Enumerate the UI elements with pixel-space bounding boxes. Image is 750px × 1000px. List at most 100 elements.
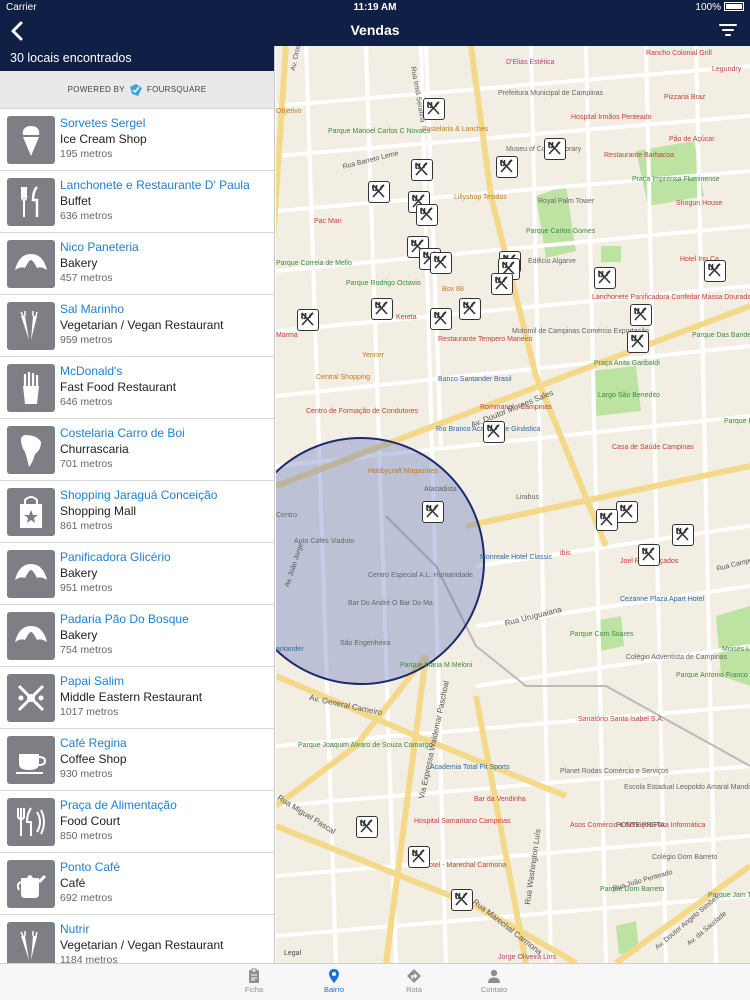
filter-icon[interactable]	[718, 22, 738, 38]
map-label: Hospital Samaritano Campinas	[414, 818, 511, 825]
back-chevron-icon[interactable]	[6, 18, 30, 44]
tab-bar: Ficha Bairro Rota Contato	[0, 963, 750, 1000]
venue-name[interactable]: Lanchonete e Restaurante D' Paula	[60, 178, 250, 192]
restaurant-pin-icon[interactable]	[408, 846, 430, 868]
map-label: Prefeitura Municipal de Campinas	[498, 90, 604, 97]
map-label: Central Shopping	[316, 374, 371, 381]
restaurant-pin-icon[interactable]	[544, 138, 566, 160]
map-label: Centro de Formação de Condutores	[306, 408, 419, 415]
restaurant-pin-icon[interactable]	[416, 204, 438, 226]
map-label: PONTE PRETA	[616, 822, 665, 829]
venue-list-item[interactable]: Costelaria Carro de Boi Churrascaria 701 m…	[0, 419, 274, 481]
restaurant-pin-icon[interactable]	[630, 304, 652, 326]
venue-list-item[interactable]: Sorvetes Sergel Ice Cream Shop 195 metros	[0, 109, 274, 171]
map-label: Rancho Colonial Grill	[646, 50, 712, 57]
venue-category: Vegetarian / Vegan Restaurant	[60, 938, 224, 952]
map-label: Banco Santander Brasil	[438, 376, 512, 383]
restaurant-pin-icon[interactable]	[297, 309, 319, 331]
venue-category-icon	[7, 426, 55, 474]
restaurant-pin-icon[interactable]	[451, 889, 473, 911]
venue-list-item[interactable]: Nico Paneteria Bakery 457 metros	[0, 233, 274, 295]
map-label: Kereta	[396, 314, 417, 321]
venue-name[interactable]: Ponto Café	[60, 860, 120, 874]
map-label: Lanchonete Panificadora Confeitar Massa …	[592, 294, 750, 301]
venue-list-item[interactable]: Praça de Alimentação Food Court 850 metros	[0, 791, 274, 853]
venue-distance: 930 metros	[60, 768, 113, 780]
restaurant-pin-icon[interactable]	[594, 267, 616, 289]
restaurant-pin-icon[interactable]	[483, 421, 505, 443]
map-legal-link[interactable]: Legal	[284, 950, 301, 957]
restaurant-pin-icon[interactable]	[616, 501, 638, 523]
map-label: Pastelaria & Lanches	[422, 126, 489, 133]
restaurant-pin-icon[interactable]	[371, 298, 393, 320]
restaurant-pin-icon[interactable]	[356, 816, 378, 838]
venue-list-item[interactable]: McDonald's Fast Food Restaurant 646 metros	[0, 357, 274, 419]
venue-name[interactable]: Sorvetes Sergel	[60, 116, 145, 130]
tab-contato[interactable]: Contato	[464, 966, 524, 994]
restaurant-pin-icon[interactable]	[496, 156, 518, 178]
venue-category-icon	[7, 860, 55, 908]
venue-name[interactable]: Sal Marinho	[60, 302, 124, 316]
tab-ficha[interactable]: Ficha	[224, 966, 284, 994]
map-label: Box 88	[442, 286, 464, 293]
venue-name[interactable]: Café Regina	[60, 736, 127, 750]
map-label: Parque Manoel Carlos C Novaes	[328, 128, 431, 135]
restaurant-pin-icon[interactable]	[368, 181, 390, 203]
venue-name[interactable]: Padaria Pão Do Bosque	[60, 612, 189, 626]
venue-list-item[interactable]: Ponto Café Café 692 metros	[0, 853, 274, 915]
venue-category: Bakery	[60, 628, 98, 642]
venue-list-item[interactable]: Café Regina Coffee Shop 930 metros	[0, 729, 274, 791]
battery-percent: 100%	[695, 2, 721, 13]
map-label: Restaurante Tempero Maneiro	[438, 336, 533, 343]
venue-list-item[interactable]: Lanchonete e Restaurante D' Paula Buffet 6…	[0, 171, 274, 233]
venue-name[interactable]: McDonald's	[60, 364, 122, 378]
venue-distance: 636 metros	[60, 210, 113, 222]
venue-name[interactable]: Papai Salim	[60, 674, 124, 688]
venue-list-item[interactable]: Papai Salim Middle Eastern Restaurant 1017…	[0, 667, 274, 729]
venue-list-item[interactable]: Panificadora Glicério Bakery 951 metros	[0, 543, 274, 605]
restaurant-pin-icon[interactable]	[459, 298, 481, 320]
map-label: Sanatório Santa Isabel S.A.	[578, 716, 664, 723]
restaurant-pin-icon[interactable]	[491, 273, 513, 295]
map-label: Planet Rodas Comércio e Serviços	[560, 768, 669, 775]
restaurant-pin-icon[interactable]	[411, 159, 433, 181]
venue-list-item[interactable]: Padaria Pão Do Bosque Bakery 754 metros	[0, 605, 274, 667]
venue-name[interactable]: Shopping Jaraguá Conceição	[60, 488, 217, 502]
restaurant-pin-icon[interactable]	[627, 331, 649, 353]
restaurant-pin-icon[interactable]	[423, 98, 445, 120]
restaurant-pin-icon[interactable]	[596, 509, 618, 531]
venue-name[interactable]: Nutrir	[60, 922, 89, 936]
venue-list-item[interactable]: Sal Marinho Vegetarian / Vegan Restaurant…	[0, 295, 274, 357]
fork-knife-icon	[21, 186, 39, 217]
restaurant-pin-icon[interactable]	[430, 308, 452, 330]
map-label: Lillyshop Tecidos	[454, 194, 507, 201]
map-label: Pizzaria Braz	[664, 94, 706, 101]
restaurant-pin-icon[interactable]	[704, 260, 726, 282]
powered-by-label: POWERED BY	[67, 85, 125, 94]
map-label: Yenner	[362, 352, 384, 359]
location-pin-icon	[329, 969, 339, 983]
tab-rota[interactable]: Rota	[384, 966, 444, 994]
venue-list-item[interactable]: Nutrir Vegetarian / Vegan Restaurant 1184 …	[0, 915, 274, 963]
venue-name[interactable]: Panificadora Glicério	[60, 550, 171, 564]
restaurant-pin-icon[interactable]	[430, 252, 452, 274]
map-view[interactable]: Rancho Colonial Grill Legundry D'Elias E…	[276, 46, 750, 963]
venue-name[interactable]: Praça de Alimentação	[60, 798, 177, 812]
battery-indicator: 100%	[695, 2, 744, 13]
venue-list-item[interactable]: Shopping Jaraguá Conceição Shopping Mall 8…	[0, 481, 274, 543]
venue-name[interactable]: Costelaria Carro de Boi	[60, 426, 185, 440]
tab-bairro[interactable]: Bairro	[304, 966, 364, 994]
venue-name[interactable]: Nico Paneteria	[60, 240, 139, 254]
map-label: Centro	[276, 512, 298, 519]
map-label: Legundry	[712, 66, 742, 73]
venue-category-icon	[7, 178, 55, 226]
croissant-icon	[15, 254, 47, 270]
venue-distance: 1017 metros	[60, 706, 119, 718]
restaurant-pin-icon[interactable]	[638, 544, 660, 566]
map-label: Lirabus	[516, 494, 539, 501]
restaurant-pin-icon[interactable]	[422, 501, 444, 523]
map-label: Praça Imprensa Fluminense	[632, 176, 720, 183]
map-label: Jorge Oliveira Lins	[498, 954, 556, 961]
venue-category: Bakery	[60, 566, 98, 580]
restaurant-pin-icon[interactable]	[672, 524, 694, 546]
